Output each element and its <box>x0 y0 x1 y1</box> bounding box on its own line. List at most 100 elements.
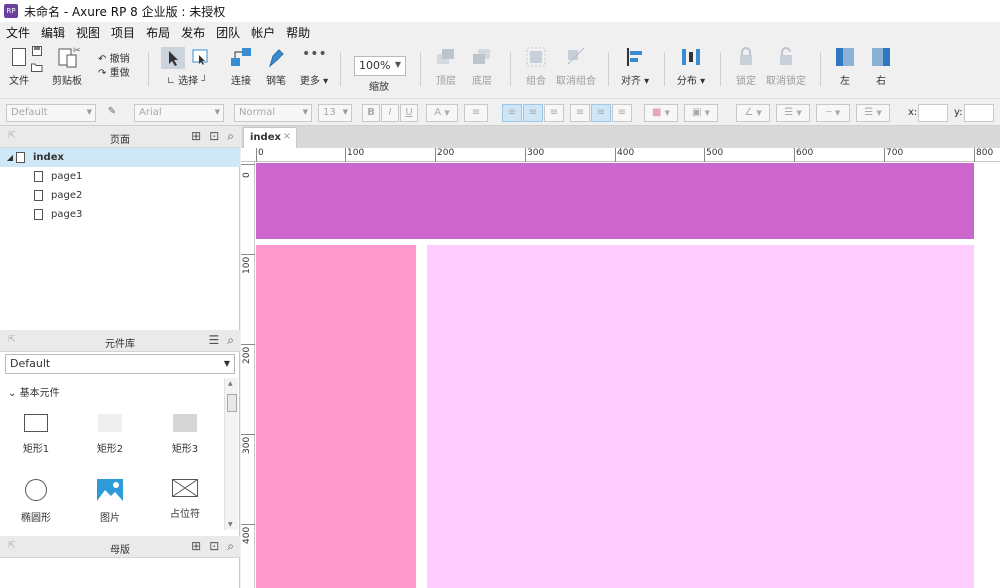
bring-to-front-button[interactable]: 顶层 <box>430 46 462 87</box>
search-icon[interactable]: ⌕ <box>227 129 234 144</box>
menu-account[interactable]: 帐户 <box>251 24 275 41</box>
menu-file[interactable]: 文件 <box>6 24 30 41</box>
scrollbar-thumb[interactable] <box>227 394 237 412</box>
shadow-icon: ▣ <box>691 107 702 118</box>
align-left-button[interactable]: ≡ <box>502 104 522 122</box>
ruler-label: 800 <box>976 148 994 158</box>
widget-rectangle-2[interactable]: 矩形2 <box>80 414 140 455</box>
page-tree-item-page2[interactable]: page2 <box>0 186 240 205</box>
search-icon[interactable]: ⌕ <box>227 333 234 348</box>
zoom-select[interactable]: 100% ▼ <box>354 56 406 76</box>
menu-layout[interactable]: 布局 <box>146 24 170 41</box>
library-select[interactable]: Default ▼ <box>5 354 235 374</box>
rectangle-icon <box>98 414 122 432</box>
align-right-button[interactable]: ≡ <box>544 104 564 122</box>
line-color-button[interactable]: ∠ ▼ <box>736 104 770 122</box>
add-folder-icon[interactable]: ⊡ <box>209 129 219 144</box>
save-button[interactable] <box>30 46 44 59</box>
valign-top-icon: ≡ <box>575 107 585 118</box>
ungroup-button[interactable]: 取消组合 <box>556 46 596 87</box>
open-button[interactable] <box>30 62 44 75</box>
right-panel-toggle-button[interactable]: 右 <box>866 46 896 87</box>
page-tree-item-index[interactable]: ◢ index <box>0 148 240 167</box>
bold-button[interactable]: B <box>362 104 380 122</box>
canvas-sidebar-rectangle[interactable] <box>256 245 416 588</box>
select-mode-button[interactable]: ∟ 选择 ┘ <box>158 46 216 87</box>
send-to-back-button[interactable]: 底层 <box>466 46 498 87</box>
canvas-area: index × 0 100 200 300 400 500 600 700 80… <box>241 126 1000 588</box>
add-folder-icon[interactable]: ⊡ <box>209 539 219 554</box>
clipboard-button[interactable]: ✂ 剪贴板 <box>48 46 86 87</box>
connect-button[interactable]: 连接 <box>226 46 256 87</box>
add-page-icon[interactable]: ⊞ <box>191 129 201 144</box>
scroll-up-icon[interactable]: ▲ <box>228 380 233 387</box>
menu-icon[interactable]: ☰ <box>209 333 220 348</box>
toolbar-separator <box>148 52 149 86</box>
menu-publish[interactable]: 发布 <box>181 24 205 41</box>
undo-button[interactable]: ↶ 撤销 <box>98 50 134 65</box>
tab-index[interactable]: index × <box>243 127 297 148</box>
close-icon[interactable]: × <box>283 131 291 142</box>
align-center-button[interactable]: ≡ <box>523 104 543 122</box>
page-tree-item-page3[interactable]: page3 <box>0 205 240 224</box>
group-button[interactable]: 组合 <box>520 46 552 87</box>
font-family-select[interactable]: Arial ▼ <box>134 104 224 122</box>
pen-button[interactable]: 钢笔 <box>262 46 290 87</box>
ruler-label: 200 <box>437 148 455 158</box>
chevron-down-icon: ▼ <box>664 109 671 117</box>
expand-caret-icon[interactable]: ◢ <box>4 153 16 162</box>
italic-button[interactable]: I <box>381 104 399 122</box>
scroll-down-icon[interactable]: ▼ <box>228 521 233 528</box>
unlock-button[interactable]: 取消锁定 <box>766 46 806 87</box>
align-bottom-button[interactable]: ≡ <box>612 104 632 122</box>
arrow-style-button[interactable]: ☰ ▼ <box>856 104 890 122</box>
redo-button[interactable]: ↷ 重做 <box>98 64 134 79</box>
canvas-header-rectangle[interactable] <box>256 163 974 239</box>
toolbar-separator <box>608 52 609 86</box>
widget-group-basic[interactable]: ⌄ 基本元件 <box>8 384 60 399</box>
line-width-button[interactable]: ☰ ▼ <box>776 104 810 122</box>
menu-help[interactable]: 帮助 <box>286 24 310 41</box>
widget-image[interactable]: 图片 <box>80 479 140 524</box>
library-scrollbar[interactable]: ▲ ▼ <box>224 378 238 530</box>
x-position-input[interactable] <box>918 104 948 122</box>
lock-button[interactable]: 锁定 <box>730 46 762 87</box>
select-icon <box>161 47 208 69</box>
align-button[interactable]: 对齐 ▾ <box>618 46 652 87</box>
valign-middle-icon: ≡ <box>596 107 606 118</box>
search-icon[interactable]: ⌕ <box>227 539 234 554</box>
widget-rectangle-3[interactable]: 矩形3 <box>155 414 215 455</box>
font-size-select[interactable]: 13 ▼ <box>318 104 352 122</box>
page-tree-item-page1[interactable]: page1 <box>0 167 240 186</box>
widget-ellipse[interactable]: 椭圆形 <box>6 479 66 524</box>
line-pattern-button[interactable]: ┄ ▼ <box>816 104 850 122</box>
menu-edit[interactable]: 编辑 <box>41 24 65 41</box>
format-painter-button[interactable]: ✎ <box>102 104 122 122</box>
align-middle-button[interactable]: ≡ <box>591 104 611 122</box>
menu-bar: 文件 编辑 视图 项目 布局 发布 团队 帐户 帮助 <box>0 22 1000 42</box>
style-select[interactable]: Default ▼ <box>6 104 96 122</box>
left-panel-toggle-button[interactable]: 左 <box>830 46 860 87</box>
text-color-button[interactable]: A ▼ <box>426 104 458 122</box>
add-master-icon[interactable]: ⊞ <box>191 539 201 554</box>
widget-rectangle-1[interactable]: 矩形1 <box>6 414 66 455</box>
fill-color-button[interactable]: ■ ▼ <box>644 104 678 122</box>
distribute-icon <box>682 49 700 65</box>
canvas-content-rectangle[interactable] <box>427 245 974 588</box>
align-top-button[interactable]: ≡ <box>570 104 590 122</box>
distribute-button[interactable]: 分布 ▾ <box>674 46 708 87</box>
menu-team[interactable]: 团队 <box>216 24 240 41</box>
chevron-down-icon: ▼ <box>834 109 841 117</box>
menu-view[interactable]: 视图 <box>76 24 100 41</box>
y-position-input[interactable] <box>964 104 994 122</box>
bullet-list-button[interactable]: ≡ <box>464 104 488 122</box>
more-tools-button[interactable]: ••• 更多 ▾ <box>298 46 330 87</box>
underline-button[interactable]: U <box>400 104 418 122</box>
shadow-button[interactable]: ▣ ▼ <box>684 104 718 122</box>
ruler-label: 0 <box>242 172 252 178</box>
font-weight-select[interactable]: Normal ▼ <box>234 104 312 122</box>
connector-icon <box>231 48 251 66</box>
menu-project[interactable]: 项目 <box>111 24 135 41</box>
text-align-left-icon: ≡ <box>507 107 517 118</box>
widget-placeholder[interactable]: 占位符 <box>155 479 215 520</box>
